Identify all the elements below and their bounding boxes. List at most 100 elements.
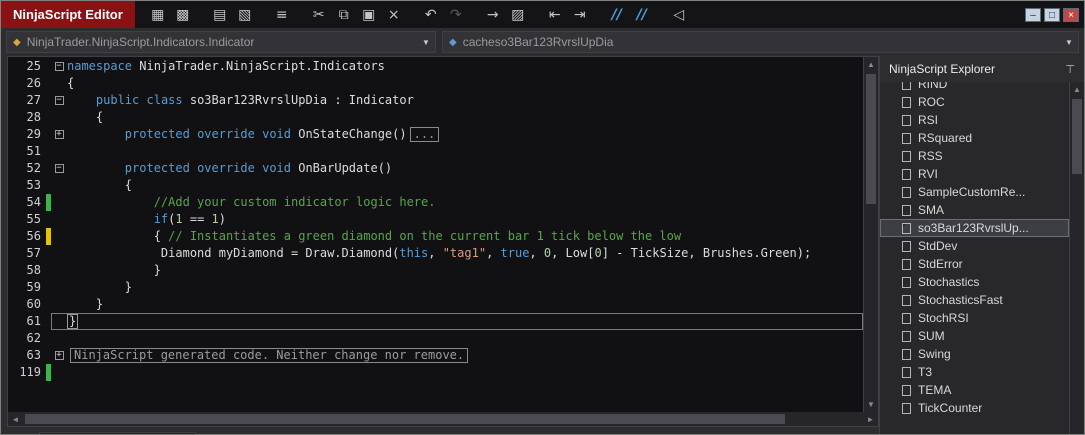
explorer-item[interactable]: RSquared bbox=[880, 129, 1069, 147]
code-line[interactable]: 58 } bbox=[8, 262, 863, 279]
editor-vertical-scrollbar[interactable]: ▲ ▼ bbox=[863, 57, 878, 412]
explorer-item[interactable]: T3 bbox=[880, 363, 1069, 381]
code-line[interactable]: 27 − public class so3Bar123RvrslUpDia : I… bbox=[8, 92, 863, 109]
print-preview-icon[interactable]: ▧ bbox=[236, 7, 254, 23]
explorer-item[interactable]: RSI bbox=[880, 111, 1069, 129]
code-line[interactable]: 53 { bbox=[8, 177, 863, 194]
explorer-item[interactable]: TickCounter bbox=[880, 399, 1069, 417]
decrease-indent-icon[interactable]: ⇤ bbox=[546, 7, 564, 23]
code-line[interactable]: 55 if(1 == 1) bbox=[8, 211, 863, 228]
chevron-down-icon[interactable]: ▼ bbox=[1060, 38, 1078, 47]
save-icon[interactable]: ▦ bbox=[149, 7, 167, 23]
fold-toggle[interactable]: − bbox=[54, 96, 64, 105]
explorer-item[interactable]: ROC bbox=[880, 93, 1069, 111]
compile-icon[interactable]: ◁ bbox=[670, 7, 688, 23]
compile-page-icon[interactable]: ▨ bbox=[509, 7, 527, 23]
line-body: { bbox=[51, 109, 863, 126]
chevron-down-icon[interactable]: ▼ bbox=[417, 38, 435, 47]
code-line[interactable]: 60 } bbox=[8, 296, 863, 313]
code-editor[interactable]: 25− namespace NinjaTrader.NinjaScript.Ind… bbox=[8, 57, 863, 412]
scroll-right-arrow-icon[interactable]: ► bbox=[863, 412, 878, 426]
explorer-item[interactable]: RIND bbox=[880, 82, 1069, 93]
undo-icon[interactable]: ↶ bbox=[422, 7, 440, 23]
code-token: protected bbox=[124, 127, 190, 141]
explorer-item[interactable]: Swing bbox=[880, 345, 1069, 363]
fold-toggle[interactable]: + bbox=[54, 351, 64, 360]
explorer-item[interactable]: RVI bbox=[880, 165, 1069, 183]
scroll-left-arrow-icon[interactable]: ◄ bbox=[8, 412, 23, 426]
code-line[interactable]: 119 bbox=[8, 364, 863, 381]
print-icon[interactable]: ▤ bbox=[211, 7, 229, 23]
document-icon bbox=[902, 384, 911, 396]
code-line[interactable]: 62 bbox=[8, 330, 863, 347]
editor-horizontal-scrollbar[interactable]: ◄ ► bbox=[7, 412, 879, 427]
titlebar: NinjaScript Editor ▦ ▩ ▤ ▧ ≡ ✂ ⧉ ▣ × ↶ ↷ → ▨ ⇤ ⇥////◁ … bbox=[1, 1, 1084, 28]
save-as-icon[interactable]: ▩ bbox=[174, 7, 192, 23]
code-line[interactable]: 51 bbox=[8, 143, 863, 160]
remove-icon[interactable]: × bbox=[385, 7, 403, 23]
vertical-scroll-thumb[interactable] bbox=[866, 74, 876, 204]
explorer-item-label: Stochastics bbox=[918, 275, 980, 289]
uncomment-selection-icon[interactable]: // bbox=[633, 7, 651, 23]
document-icon bbox=[902, 366, 911, 378]
scroll-up-arrow-icon[interactable]: ▲ bbox=[864, 57, 878, 72]
explorer-item[interactable]: TEMA bbox=[880, 381, 1069, 399]
selector-row: ◆ NinjaTrader.NinjaScript.Indicators.Ind… bbox=[1, 28, 1084, 56]
code-line[interactable]: 29 + protected override void OnStateChang… bbox=[8, 126, 863, 143]
explorer-item[interactable]: SUM bbox=[880, 327, 1069, 345]
redo-icon[interactable]: ↷ bbox=[447, 7, 465, 23]
code-token: { bbox=[67, 178, 133, 192]
code-line[interactable]: 28 { bbox=[8, 109, 863, 126]
code-token: ... bbox=[409, 127, 440, 142]
code-line[interactable]: 52 − protected override void OnBarUpdate(… bbox=[8, 160, 863, 177]
code-line[interactable]: 26 { bbox=[8, 75, 863, 92]
code-line[interactable]: 57 Diamond myDiamond = Draw.Diamond(this… bbox=[8, 245, 863, 262]
line-number: 56 bbox=[26, 229, 41, 243]
copy-icon[interactable]: ⧉ bbox=[335, 7, 353, 23]
code-line[interactable]: 56 { // Instantiates a green diamond on … bbox=[8, 228, 863, 245]
code-text: if(1 == 1) bbox=[67, 211, 226, 228]
line-body: } bbox=[51, 313, 863, 330]
fold-toggle[interactable]: − bbox=[54, 62, 64, 71]
explorer-item[interactable]: StdError bbox=[880, 255, 1069, 273]
minimize-button[interactable]: – bbox=[1025, 7, 1041, 22]
cut-icon[interactable]: ✂ bbox=[310, 7, 328, 23]
comment-selection-icon[interactable]: // bbox=[608, 7, 626, 23]
horizontal-scroll-thumb[interactable] bbox=[25, 414, 785, 424]
document-icon bbox=[902, 330, 911, 342]
goto-line-icon[interactable]: → bbox=[484, 7, 502, 23]
explorer-scrollbar[interactable]: ▲ ▼ bbox=[1069, 82, 1084, 434]
explorer-item[interactable]: SMA bbox=[880, 201, 1069, 219]
explorer-item[interactable]: SampleCustomRe... bbox=[880, 183, 1069, 201]
explorer-item[interactable]: StochRSI bbox=[880, 309, 1069, 327]
fold-toggle[interactable]: + bbox=[54, 130, 64, 139]
type-selector-dropdown[interactable]: ◆ NinjaTrader.NinjaScript.Indicators.Ind… bbox=[6, 31, 436, 53]
explorer-scroll-thumb[interactable] bbox=[1072, 99, 1082, 174]
explorer-item[interactable]: StdDev bbox=[880, 237, 1069, 255]
scroll-up-arrow-icon[interactable]: ▲ bbox=[1070, 82, 1084, 97]
code-line[interactable]: 63 + NinjaScript generated code. Neither c… bbox=[8, 347, 863, 364]
maximize-button[interactable]: □ bbox=[1044, 7, 1060, 22]
format-document-icon[interactable]: ⇥ bbox=[571, 7, 589, 23]
explorer-item[interactable]: StochasticsFast bbox=[880, 291, 1069, 309]
line-number: 63 bbox=[26, 348, 41, 362]
paste-icon[interactable]: ▣ bbox=[360, 7, 378, 23]
scroll-down-arrow-icon[interactable]: ▼ bbox=[864, 397, 878, 412]
member-selector-dropdown[interactable]: ◆ cacheso3Bar123RvrslUpDia ▼ bbox=[442, 31, 1079, 53]
fold-toggle[interactable]: − bbox=[54, 164, 64, 173]
pin-icon[interactable]: ⊤ bbox=[1065, 63, 1075, 76]
line-body bbox=[51, 364, 863, 381]
code-token: , bbox=[486, 246, 501, 260]
explorer-item[interactable]: Stochastics bbox=[880, 273, 1069, 291]
code-line[interactable]: 54 //Add your custom indicator logic her… bbox=[8, 194, 863, 211]
line-number: 25 bbox=[26, 59, 41, 73]
document-icon bbox=[902, 348, 911, 360]
code-snippets-icon[interactable]: ≡ bbox=[273, 7, 291, 23]
explorer-item[interactable]: so3Bar123RvrslUp... bbox=[880, 219, 1069, 237]
explorer-item[interactable]: RSS bbox=[880, 147, 1069, 165]
close-button[interactable]: × bbox=[1063, 7, 1079, 22]
code-line[interactable]: 61} bbox=[8, 313, 863, 330]
code-line[interactable]: 25 − namespace NinjaTrader.NinjaScript.Ind… bbox=[8, 58, 863, 75]
code-line[interactable]: 59 } bbox=[8, 279, 863, 296]
